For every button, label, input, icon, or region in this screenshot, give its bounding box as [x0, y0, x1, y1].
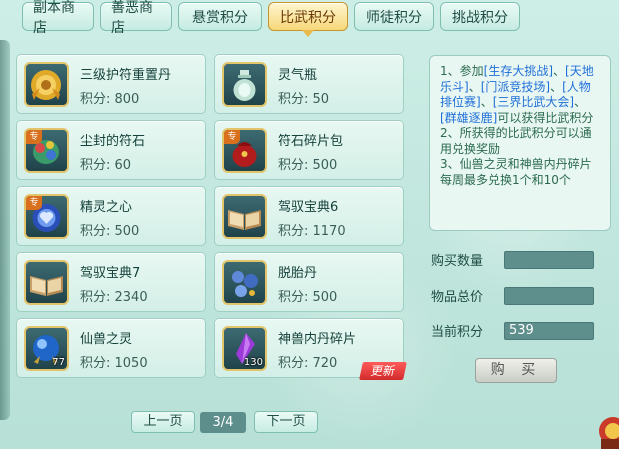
blue-orb-icon: 77	[24, 326, 69, 371]
item-card[interactable]: 专 精灵之心 积分: 500	[16, 186, 206, 246]
corner-character-art	[591, 389, 619, 449]
separator: 、	[553, 64, 566, 78]
open-book-icon	[222, 194, 267, 239]
spirit-heart-icon: 专	[24, 194, 69, 239]
prev-page-button[interactable]: 上一页	[131, 411, 195, 433]
item-name: 仙兽之灵	[80, 332, 133, 347]
blue-pills-icon	[222, 260, 267, 305]
exclusive-badge: 专	[224, 130, 240, 144]
item-price: 积分: 500	[278, 290, 338, 305]
item-card[interactable]: 77 仙兽之灵 积分: 1050	[16, 318, 206, 378]
gold-talisman-pill-icon	[24, 62, 69, 107]
current-points-field: 539	[504, 322, 594, 340]
tab-karma-shop[interactable]: 善恶商店	[100, 0, 172, 36]
rune-stone-icon: 专	[24, 128, 69, 173]
spirit-vase-icon	[222, 62, 267, 107]
activity-link: [三界比武大会]	[492, 95, 575, 109]
tab-dungeon-shop[interactable]: 副本商店	[22, 0, 94, 36]
tab-mentor-points[interactable]: 师徒积分	[354, 2, 434, 31]
item-card[interactable]: 130 神兽内丹碎片 积分: 720 更新	[214, 318, 407, 380]
total-price-field	[504, 287, 594, 305]
item-card[interactable]: 灵气瓶 积分: 50	[214, 54, 404, 114]
buy-button[interactable]: 购 买	[475, 358, 557, 383]
tab-challenge-points[interactable]: 挑战积分	[440, 2, 520, 31]
quantity-label: 购买数量	[431, 254, 484, 269]
item-price: 积分: 800	[80, 92, 140, 107]
item-name: 灵气瓶	[278, 68, 318, 83]
separator: 、	[574, 95, 587, 109]
page-indicator: 3/4	[200, 412, 246, 433]
total-price-label: 物品总价	[431, 290, 484, 305]
item-count: 130	[243, 357, 263, 368]
item-card[interactable]: 专 尘封的符石 积分: 60	[16, 120, 206, 180]
activity-link: [群雄逐鹿]	[440, 110, 498, 125]
tab-bounty-points[interactable]: 悬赏积分	[178, 2, 262, 31]
item-name: 精灵之心	[80, 200, 133, 215]
rule-line-3: 3、仙兽之灵和神兽内丹碎片每周最多兑换1个和10个	[440, 157, 592, 187]
rule-text: 可以获得比武积分	[497, 110, 594, 125]
next-page-button[interactable]: 下一页	[254, 411, 318, 433]
item-price: 积分: 60	[80, 158, 132, 173]
item-price: 积分: 2340	[80, 290, 148, 305]
rule-line-2: 2、所获得的比武积分可以通用兑换奖励	[440, 126, 592, 156]
separator: 、	[468, 79, 481, 94]
quantity-input[interactable]	[504, 251, 594, 269]
item-price: 积分: 1170	[278, 224, 346, 239]
item-card[interactable]: 驾驭宝典7 积分: 2340	[16, 252, 206, 312]
item-card[interactable]: 专 符石碎片包 积分: 500	[214, 120, 404, 180]
item-price: 积分: 50	[278, 92, 330, 107]
item-card[interactable]: 驾驭宝典6 积分: 1170	[214, 186, 404, 246]
separator: 、	[480, 95, 493, 109]
item-name: 驾驭宝典6	[278, 200, 339, 215]
item-name: 驾驭宝典7	[80, 266, 141, 281]
item-price: 积分: 1050	[80, 356, 148, 371]
item-name: 脱胎丹	[278, 266, 318, 281]
purple-crystal-icon: 130	[222, 326, 267, 371]
shop-window: 副本商店 善恶商店 悬赏积分 比武积分 师徒积分 挑战积分 三级护符重置丹 积分…	[0, 0, 619, 449]
current-points-label: 当前积分	[431, 325, 484, 340]
left-border-decoration	[0, 40, 10, 420]
exclusive-badge: 专	[26, 196, 42, 210]
item-name: 三级护符重置丹	[80, 68, 172, 83]
exclusive-badge: 专	[26, 130, 42, 144]
activity-link: [生存大挑战]	[483, 64, 554, 78]
item-price: 积分: 500	[80, 224, 140, 239]
rule-text: 1、参加	[440, 64, 484, 78]
red-pouch-icon: 专	[222, 128, 267, 173]
item-name: 符石碎片包	[278, 134, 344, 149]
new-badge: 更新	[359, 362, 407, 380]
separator: 、	[550, 79, 563, 94]
item-card[interactable]: 脱胎丹 积分: 500	[214, 252, 404, 312]
item-price: 积分: 720	[278, 356, 338, 371]
item-name: 神兽内丹碎片	[278, 332, 357, 347]
open-book-icon	[24, 260, 69, 305]
tab-arena-points[interactable]: 比武积分	[268, 2, 348, 37]
item-name: 尘封的符石	[80, 134, 146, 149]
activity-link: [门派竞技场]	[480, 79, 551, 94]
rule-line-1: 1、参加[生存大挑战]、[天地乐斗]、[门派竞技场]、[人物排位赛]、[三界比武…	[440, 64, 602, 126]
item-price: 积分: 500	[278, 158, 338, 173]
rules-info-panel: 1、参加[生存大挑战]、[天地乐斗]、[门派竞技场]、[人物排位赛]、[三界比武…	[429, 55, 611, 231]
item-card[interactable]: 三级护符重置丹 积分: 800	[16, 54, 206, 114]
item-count: 77	[52, 357, 65, 368]
shop-tabs: 副本商店 善恶商店 悬赏积分 比武积分 师徒积分 挑战积分	[22, 0, 520, 37]
